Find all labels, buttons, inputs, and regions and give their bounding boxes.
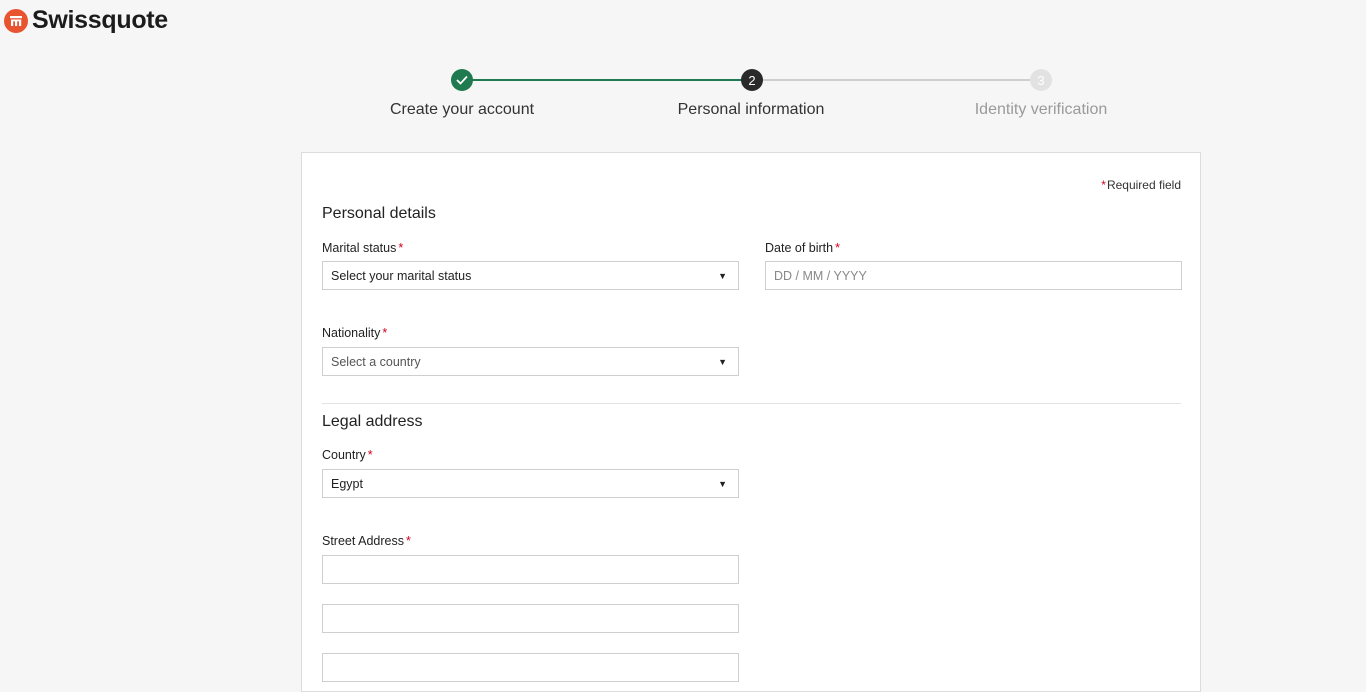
- step-connector-upcoming: [752, 79, 1041, 81]
- nationality-select[interactable]: Select a country ▼: [322, 347, 739, 376]
- caret-down-icon: ▼: [718, 270, 727, 281]
- step-1-check-icon: [451, 69, 473, 91]
- required-field-note: *Required field: [1101, 178, 1181, 192]
- progress-stepper: 2 3 Create your account Personal informa…: [0, 0, 1366, 130]
- nationality-label: Nationality *: [322, 326, 388, 340]
- caret-down-icon: ▼: [718, 356, 727, 367]
- street-address-line1-input[interactable]: [322, 555, 739, 584]
- step-2-marker: 2: [741, 69, 763, 91]
- step-2-label: Personal information: [677, 101, 825, 118]
- nationality-placeholder: Select a country: [331, 354, 421, 369]
- street-address-line2-input[interactable]: [322, 604, 739, 633]
- country-value: Egypt: [331, 476, 363, 491]
- street-address-label: Street Address *: [322, 534, 411, 548]
- step-connector-completed: [462, 79, 751, 81]
- legal-address-title: Legal address: [322, 413, 423, 430]
- personal-info-form: *Required field Personal details Marital…: [301, 152, 1201, 692]
- date-of-birth-label: Date of birth *: [765, 241, 840, 255]
- date-of-birth-input[interactable]: DD / MM / YYYY: [765, 261, 1182, 290]
- country-label: Country *: [322, 448, 373, 462]
- personal-details-title: Personal details: [322, 205, 436, 222]
- section-divider: [322, 403, 1181, 404]
- marital-status-label: Marital status *: [322, 241, 404, 255]
- marital-status-placeholder: Select your marital status: [331, 268, 472, 283]
- step-3-label: Identity verification: [974, 101, 1108, 118]
- date-of-birth-placeholder: DD / MM / YYYY: [774, 268, 867, 283]
- step-1-label: Create your account: [389, 101, 535, 118]
- country-select[interactable]: Egypt ▼: [322, 469, 739, 498]
- marital-status-select[interactable]: Select your marital status ▼: [322, 261, 739, 290]
- step-3-marker: 3: [1030, 69, 1052, 91]
- street-address-line3-input[interactable]: [322, 653, 739, 682]
- caret-down-icon: ▼: [718, 478, 727, 489]
